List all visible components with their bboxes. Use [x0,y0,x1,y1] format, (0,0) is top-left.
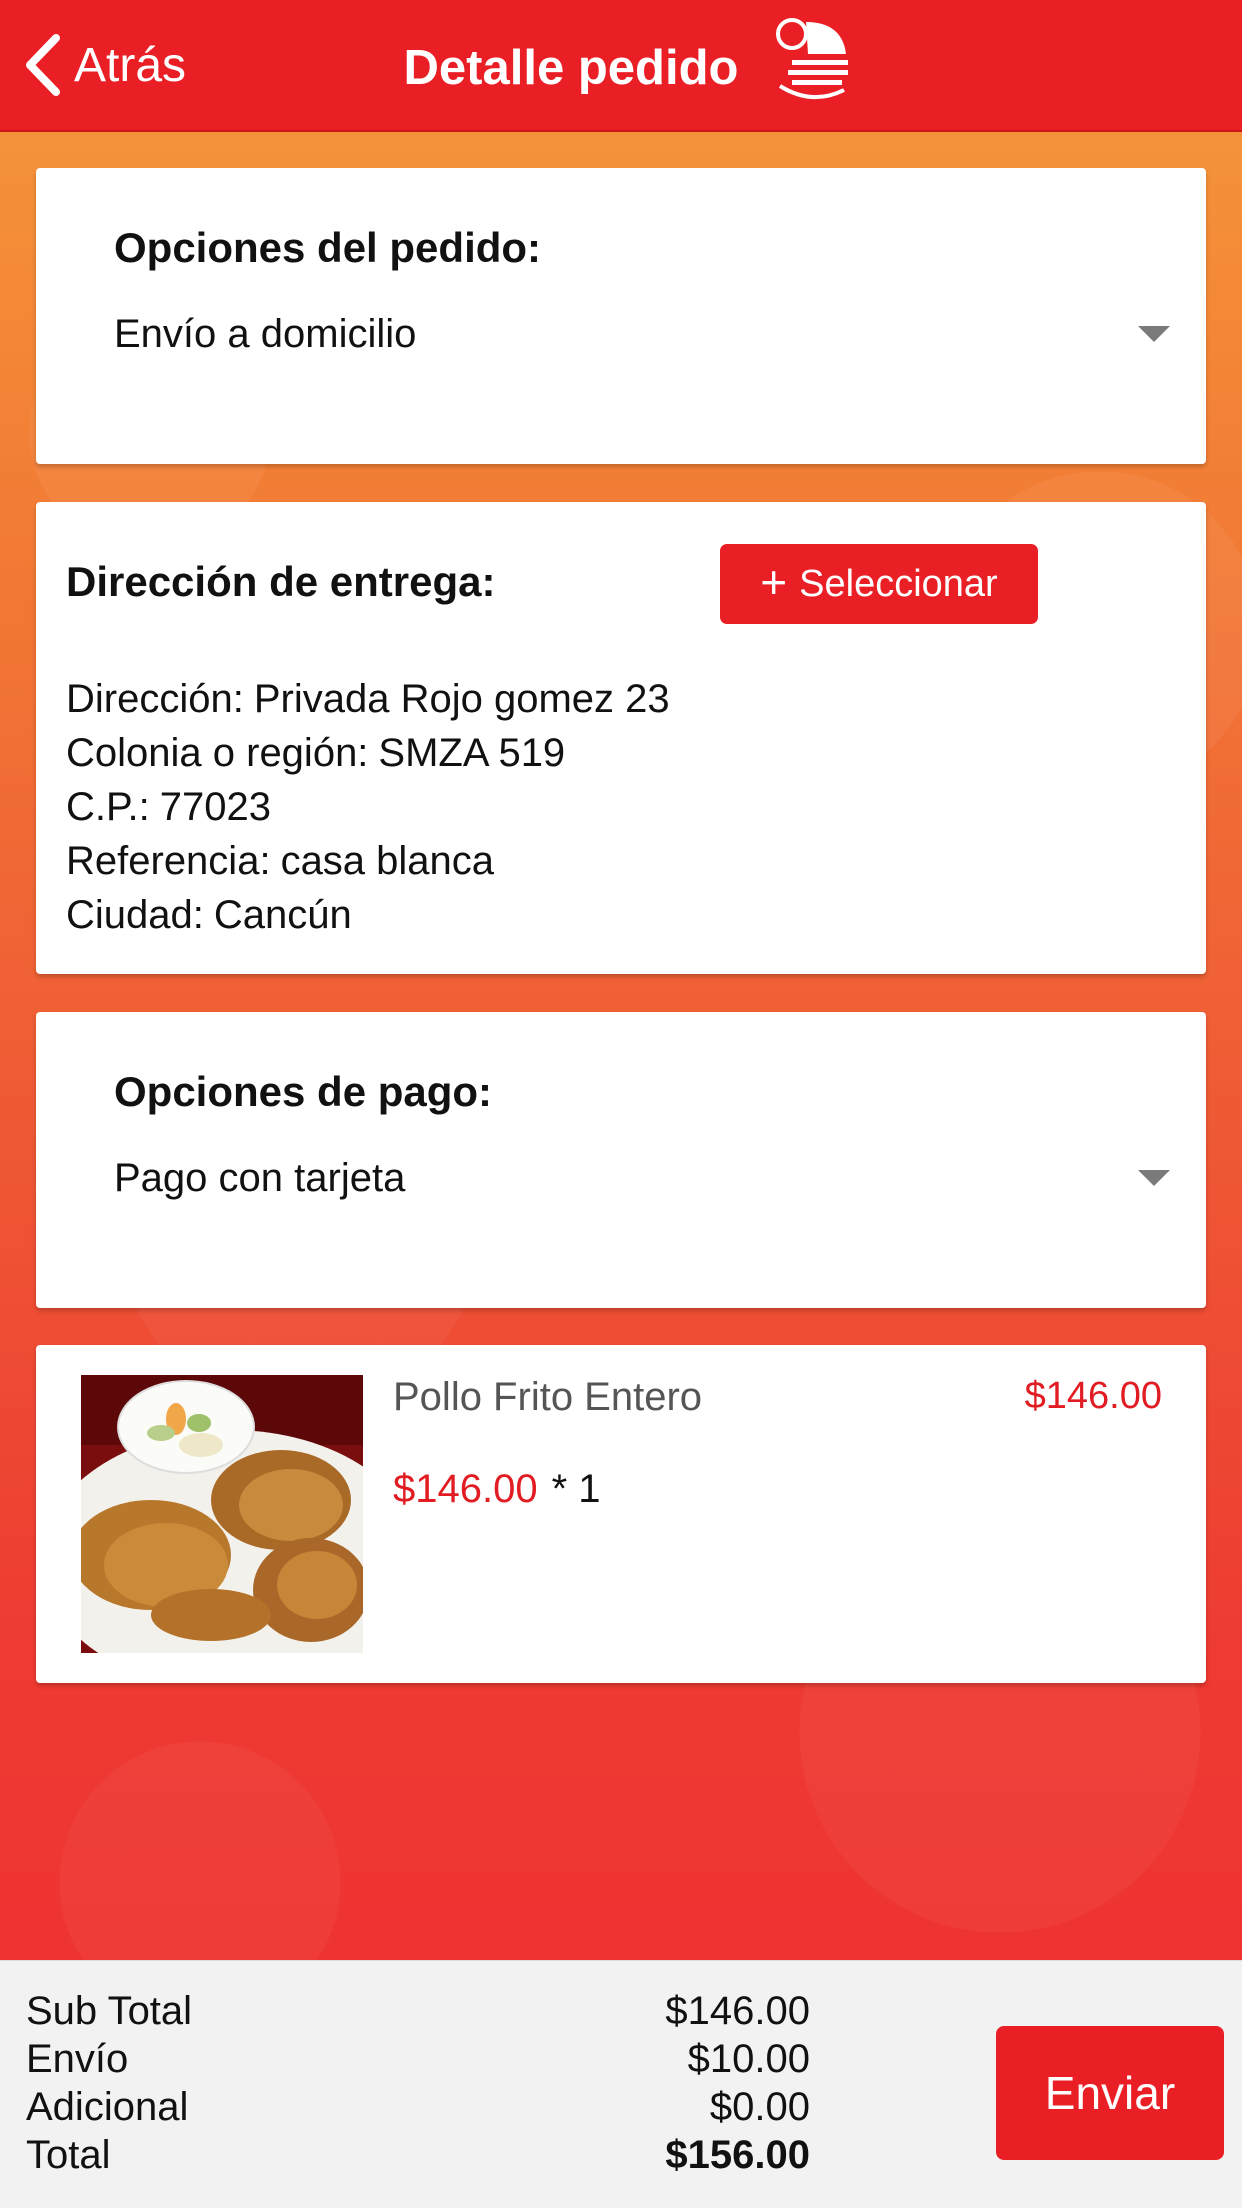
navigation-bar: Atrás Detalle pedido [0,0,1242,132]
order-type-select[interactable]: Envío a domicilio [114,304,1178,364]
total-label: Total [26,2133,111,2177]
payment-options-card: Opciones de pago: Pago con tarjeta [36,1012,1206,1308]
delivery-heading: Dirección de entrega: [66,558,496,605]
address-line-value: Privada Rojo gomez 23 [253,677,670,721]
payment-method-select[interactable]: Pago con tarjeta [114,1148,1178,1208]
item-quantity: * 1 [551,1467,601,1511]
address-line: Colonia o región: SMZA 519 [66,726,670,780]
address-line: Dirección: Privada Rojo gomez 23 [66,672,670,726]
address-line-label: C.P.: [66,785,150,829]
shipping-row: Envío $10.00 [26,2035,810,2083]
additional-row: Adicional $0.00 [26,2083,810,2131]
page-title: Detalle pedido [403,41,739,95]
order-summary-footer: Sub Total $146.00 Envío $10.00 Adicional… [0,1960,1242,2208]
item-name: Pollo Frito Entero [393,1375,703,1419]
address-line-value: 77023 [159,785,271,829]
plus-icon: + [760,556,788,608]
total-row: Total $156.00 [26,2131,810,2179]
order-item-card: Pollo Frito Entero $146.00 $146.00 * 1 [36,1345,1206,1683]
dropdown-arrow-icon [1138,1170,1170,1186]
address-line-label: Referencia: [66,839,271,883]
item-unit-price: $146.00 [393,1467,538,1511]
total-value: $156.00 [665,2133,810,2177]
order-type-value: Envío a domicilio [114,311,417,356]
item-image [81,1375,363,1653]
select-address-button[interactable]: + Seleccionar [720,544,1038,624]
address-line-label: Dirección: [66,677,244,721]
item-quantity-row: $146.00 * 1 [393,1467,601,1512]
order-options-card: Opciones del pedido: Envío a domicilio [36,168,1206,464]
select-address-label: Seleccionar [799,562,998,605]
address-line-value: Cancún [213,893,352,937]
delivery-address-card: Dirección de entrega: + Seleccionar Dire… [36,502,1206,974]
payment-options-heading: Opciones de pago: [114,1068,493,1115]
address-line: C.P.: 77023 [66,780,670,834]
shipping-value: $10.00 [687,2037,810,2081]
address-line: Referencia: casa blanca [66,834,670,888]
payment-method-value: Pago con tarjeta [114,1155,406,1200]
brand-logo-icon [776,18,848,100]
additional-label: Adicional [26,2085,189,2129]
address-line-value: casa blanca [280,839,495,883]
item-total-price: $146.00 [1024,1375,1162,1417]
subtotal-value: $146.00 [665,1989,810,2033]
address-line-value: SMZA 519 [378,731,566,775]
subtotal-label: Sub Total [26,1989,193,2033]
totals-list: Sub Total $146.00 Envío $10.00 Adicional… [26,1987,810,2179]
address-details: Dirección: Privada Rojo gomez 23 Colonia… [66,672,670,942]
send-order-button[interactable]: Enviar [996,2026,1224,2160]
subtotal-row: Sub Total $146.00 [26,1987,810,2035]
additional-value: $0.00 [709,2085,810,2129]
address-line-label: Colonia o región: [66,731,369,775]
dropdown-arrow-icon [1138,326,1170,342]
address-line: Ciudad: Cancún [66,888,670,942]
order-options-heading: Opciones del pedido: [114,224,542,271]
shipping-label: Envío [26,2037,129,2081]
address-line-label: Ciudad: [66,893,204,937]
